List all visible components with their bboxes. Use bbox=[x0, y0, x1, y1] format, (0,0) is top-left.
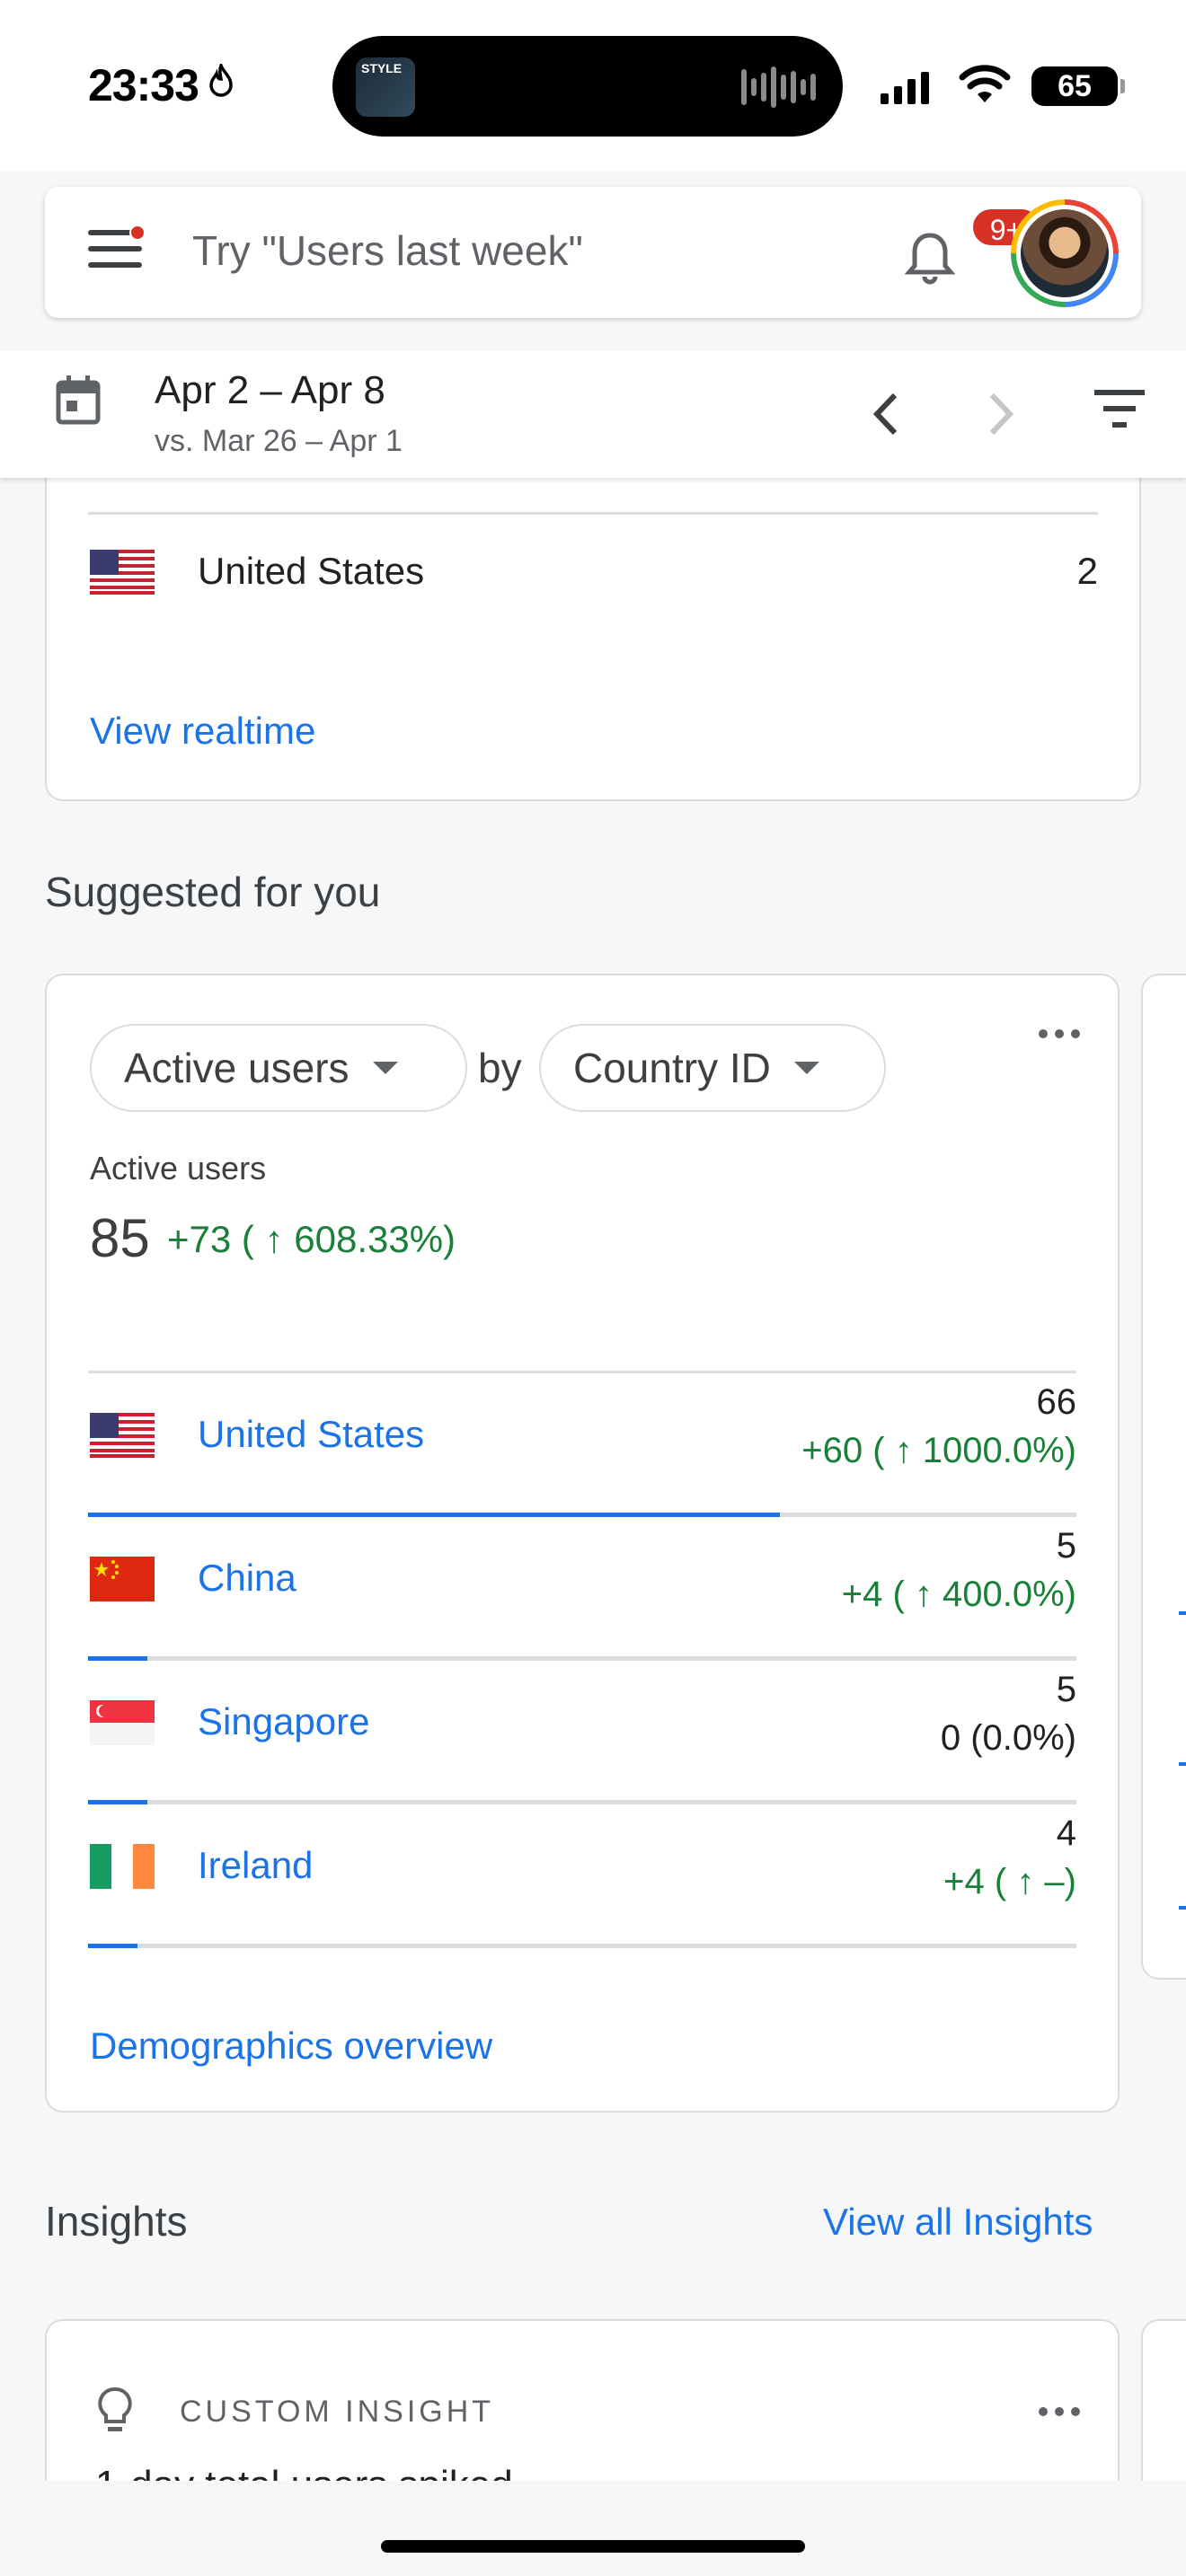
clock: 23:33 bbox=[88, 59, 235, 111]
row-value: 5 bbox=[1056, 1670, 1076, 1709]
dynamic-island[interactable]: STYLE bbox=[332, 36, 843, 137]
row-delta: +60 ( ↑ 1000.0%) bbox=[801, 1431, 1076, 1470]
more-icon[interactable] bbox=[1039, 1029, 1080, 1038]
realtime-country: United States bbox=[198, 550, 425, 592]
progress-track bbox=[88, 1944, 1076, 1948]
audio-wave-icon bbox=[741, 66, 816, 108]
table-row[interactable]: Ireland 4 +4 ( ↑ –) bbox=[88, 1804, 1076, 1948]
calendar-icon[interactable] bbox=[54, 374, 102, 432]
ie-flag-icon bbox=[90, 1844, 155, 1889]
row-delta: +4 ( ↑ –) bbox=[943, 1862, 1076, 1901]
row-delta: 0 (0.0%) bbox=[940, 1718, 1076, 1758]
country-link[interactable]: China bbox=[198, 1557, 296, 1600]
time-text: 23:33 bbox=[88, 60, 199, 110]
demographics-overview-link[interactable]: Demographics overview bbox=[90, 2025, 492, 2068]
search-bar[interactable]: Try "Users last week" 9+ bbox=[45, 187, 1141, 318]
lightbulb-icon bbox=[95, 2386, 135, 2440]
suggested-card: Active users by Country ID Active users … bbox=[45, 974, 1120, 2113]
insights-section-title: Insights bbox=[45, 2198, 188, 2245]
table-row[interactable]: Singapore 5 0 (0.0%) bbox=[88, 1661, 1076, 1804]
country-link[interactable]: Ireland bbox=[198, 1844, 313, 1887]
search-input[interactable]: Try "Users last week" bbox=[192, 226, 583, 275]
country-link[interactable]: Singapore bbox=[198, 1700, 369, 1743]
insight-type-label: CUSTOM INSIGHT bbox=[180, 2395, 495, 2429]
menu-notification-dot bbox=[129, 225, 146, 241]
bell-icon[interactable] bbox=[898, 226, 961, 289]
metric-dropdown-label: Active users bbox=[124, 1045, 350, 1091]
caret-down-icon bbox=[793, 1062, 819, 1074]
by-label: by bbox=[478, 1045, 522, 1091]
avatar[interactable] bbox=[1011, 199, 1119, 307]
row-value: 66 bbox=[1036, 1382, 1077, 1422]
peek-marker bbox=[1179, 1906, 1186, 1910]
now-playing-thumbnail: STYLE bbox=[356, 57, 415, 117]
table-row[interactable]: United States 66 +60 ( ↑ 1000.0%) bbox=[88, 1373, 1076, 1517]
view-realtime-link[interactable]: View realtime bbox=[90, 710, 315, 753]
view-all-insights-link[interactable]: View all Insights bbox=[823, 2201, 1093, 2244]
progress-fill bbox=[88, 1944, 137, 1948]
chevron-left-icon[interactable] bbox=[864, 383, 909, 450]
more-icon[interactable] bbox=[1039, 2407, 1080, 2416]
caret-down-icon bbox=[372, 1062, 398, 1074]
avatar-photo bbox=[1021, 209, 1109, 297]
wifi-icon bbox=[958, 65, 1012, 109]
table-row[interactable]: China 5 +4 ( ↑ 400.0%) bbox=[88, 1517, 1076, 1661]
cellular-signal-icon bbox=[881, 70, 929, 104]
metric-dropdown[interactable]: Active users bbox=[90, 1024, 467, 1112]
row-delta: +4 ( ↑ 400.0%) bbox=[841, 1575, 1076, 1614]
date-range-comparison: vs. Mar 26 – Apr 1 bbox=[155, 424, 403, 458]
peek-marker bbox=[1179, 1611, 1186, 1615]
flame-icon bbox=[208, 61, 235, 107]
metric-label: Active users bbox=[90, 1150, 267, 1187]
realtime-value: 2 bbox=[1076, 550, 1098, 592]
divider bbox=[88, 512, 1098, 515]
peek-marker bbox=[1179, 1762, 1186, 1766]
cn-flag-icon bbox=[90, 1557, 155, 1601]
us-flag-icon bbox=[90, 550, 155, 595]
metric-change: +73 ( ↑ 608.33%) bbox=[167, 1218, 456, 1260]
battery-indicator: 65 bbox=[1031, 66, 1125, 106]
dimension-dropdown[interactable]: Country ID bbox=[539, 1024, 886, 1112]
us-flag-icon bbox=[90, 1413, 155, 1458]
chevron-right-icon[interactable] bbox=[978, 383, 1022, 450]
status-bar: 23:33 STYLE 65 bbox=[0, 0, 1186, 171]
date-range-bar[interactable]: Apr 2 – Apr 8 vs. Mar 26 – Apr 1 bbox=[0, 350, 1186, 478]
row-value: 5 bbox=[1056, 1526, 1076, 1566]
suggested-section-title: Suggested for you bbox=[45, 869, 381, 915]
country-link[interactable]: United States bbox=[198, 1413, 424, 1456]
menu-icon[interactable] bbox=[88, 225, 146, 275]
dimension-dropdown-label: Country ID bbox=[573, 1045, 771, 1091]
metric-value: 85 bbox=[90, 1208, 150, 1268]
sg-flag-icon bbox=[90, 1700, 155, 1745]
next-suggestion-card[interactable] bbox=[1141, 974, 1186, 1980]
date-range-current[interactable]: Apr 2 – Apr 8 bbox=[155, 368, 385, 413]
row-value: 4 bbox=[1056, 1813, 1076, 1853]
filter-icon[interactable] bbox=[1093, 386, 1146, 436]
home-indicator[interactable] bbox=[381, 2540, 805, 2553]
bottom-safe-area bbox=[0, 2481, 1186, 2576]
